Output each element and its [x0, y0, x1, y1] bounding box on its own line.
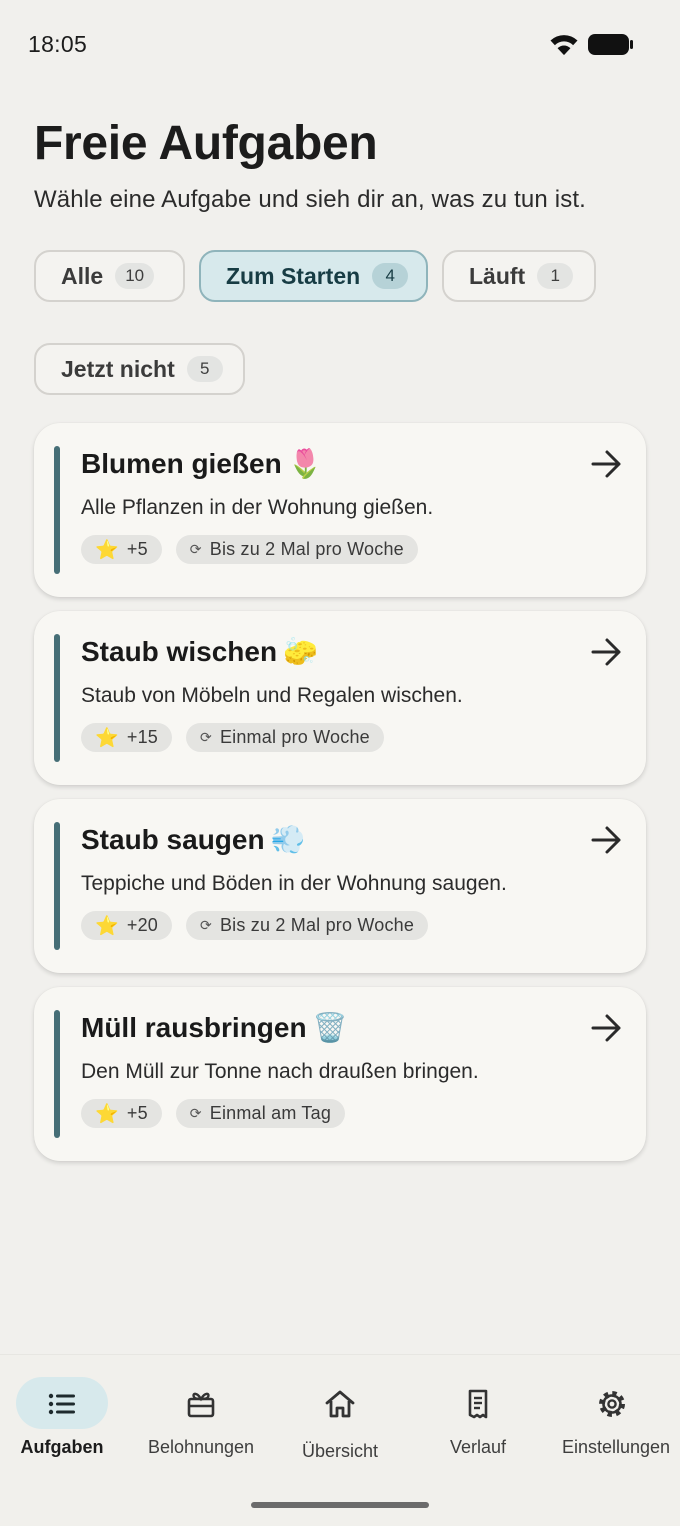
tulip-icon: 🌷 [287, 448, 323, 479]
task-card-blumen-giessen[interactable]: Blumen gießen 🌷 Alle Pflanzen in der Wohn… [34, 423, 646, 597]
task-description: Den Müll zur Tonne nach draußen bringen. [81, 1060, 479, 1083]
task-accent-bar [54, 822, 60, 950]
task-accent-bar [54, 446, 60, 574]
task-title-text: Blumen gießen [81, 448, 282, 479]
points-value: +5 [126, 1103, 148, 1123]
star-icon: ⭐ [95, 539, 119, 561]
points-badge: ⭐ +15 [81, 723, 172, 752]
points-value: +5 [126, 539, 148, 559]
nav-item-aufgaben[interactable]: Aufgaben [0, 1377, 136, 1457]
points-badge: ⭐ +20 [81, 911, 172, 940]
wastebasket-icon: 🗑️ [312, 1012, 348, 1043]
sponge-icon: 🧽 [283, 636, 318, 667]
gear-icon [599, 1391, 625, 1417]
filter-chip-count: 1 [537, 263, 574, 289]
gift-icon [187, 1392, 215, 1418]
arrow-right-icon[interactable] [590, 448, 624, 480]
filter-chip-label: Läuft [469, 262, 526, 289]
battery-icon [588, 34, 633, 55]
filter-chip-count: 10 [115, 263, 155, 289]
task-title: Müll rausbringen 🗑️ [81, 1011, 347, 1044]
frequency-text: Einmal am Tag [209, 1103, 332, 1123]
nav-label: Einstellungen [561, 1437, 671, 1457]
star-icon: ⭐ [95, 1103, 119, 1125]
task-accent-bar [54, 1010, 60, 1138]
filter-chip-label: Zum Starten [226, 262, 361, 289]
star-icon: ⭐ [95, 727, 119, 749]
filter-chip-jetzt-nicht[interactable]: Jetzt nicht 5 [34, 343, 245, 395]
frequency-badge: ⟳ Einmal am Tag [175, 1099, 346, 1128]
status-time: 18:05 [28, 31, 88, 57]
task-card-staub-wischen[interactable]: Staub wischen 🧽 Staub von Möbeln und Rega… [34, 611, 646, 785]
task-tags: ⭐ +20 ⟳ Bis zu 2 Mal pro Woche [81, 911, 429, 940]
nav-label: Belohnungen [147, 1437, 255, 1457]
nav-item-verlauf[interactable]: Verlauf [410, 1377, 546, 1457]
home-indicator[interactable] [251, 1502, 429, 1508]
nav-item-uebersicht[interactable]: Übersicht [272, 1377, 408, 1461]
filter-chip-label: Alle [61, 262, 104, 289]
repeat-icon: ⟳ [200, 917, 212, 933]
arrow-right-icon[interactable] [590, 824, 624, 856]
receipt-icon [468, 1389, 488, 1419]
points-badge: ⭐ +5 [81, 1099, 162, 1128]
repeat-icon: ⟳ [189, 1105, 202, 1121]
points-value: +20 [126, 915, 158, 935]
task-title: Staub wischen 🧽 [81, 635, 318, 668]
screen: 18:05 Freie Aufgaben Wähle eine Aufgabe … [0, 0, 680, 1526]
bottom-navigation: Aufgaben Belohnungen Übersicht Verlauf E… [0, 1354, 680, 1526]
repeat-icon: ⟳ [200, 729, 212, 745]
nav-item-einstellungen[interactable]: Einstellungen [544, 1377, 680, 1457]
task-accent-bar [54, 634, 60, 762]
points-value: +15 [126, 727, 158, 747]
arrow-right-icon[interactable] [590, 1012, 624, 1044]
task-description: Alle Pflanzen in der Wohnung gießen. [81, 496, 434, 519]
points-badge: ⭐ +5 [81, 535, 162, 564]
list-icon [48, 1393, 75, 1415]
filter-chip-count: 4 [372, 263, 409, 289]
page-subtitle: Wähle eine Aufgabe und sieh dir an, was … [34, 186, 586, 213]
page-title: Freie Aufgaben [34, 117, 378, 170]
repeat-icon: ⟳ [189, 541, 202, 557]
arrow-right-icon[interactable] [590, 636, 624, 668]
nav-label: Aufgaben [20, 1437, 104, 1457]
task-card-staub-saugen[interactable]: Staub saugen 💨 Teppiche und Böden in der … [34, 799, 646, 973]
dash-icon: 💨 [270, 824, 306, 855]
status-bar: 18:05 [0, 0, 680, 88]
task-title: Blumen gießen 🌷 [81, 447, 323, 480]
task-tags: ⭐ +5 ⟳ Einmal am Tag [81, 1099, 346, 1128]
task-tags: ⭐ +15 ⟳ Einmal pro Woche [81, 723, 384, 752]
home-icon [325, 1390, 355, 1418]
nav-label: Übersicht [301, 1441, 379, 1461]
star-icon: ⭐ [95, 915, 119, 937]
wifi-icon [550, 35, 578, 55]
task-card-muell-rausbringen[interactable]: Müll rausbringen 🗑️ Den Müll zur Tonne na… [34, 987, 646, 1161]
task-description: Teppiche und Böden in der Wohnung saugen… [81, 872, 507, 895]
frequency-text: Bis zu 2 Mal pro Woche [219, 915, 415, 935]
frequency-text: Einmal pro Woche [219, 727, 370, 747]
frequency-badge: ⟳ Einmal pro Woche [186, 723, 384, 752]
task-title-text: Staub wischen [81, 636, 278, 667]
task-title-text: Müll rausbringen [81, 1012, 307, 1043]
task-description: Staub von Möbeln und Regalen wischen. [81, 684, 463, 707]
filter-chip-label: Jetzt nicht [61, 355, 175, 382]
filter-chip-laeuft[interactable]: Läuft 1 [442, 250, 596, 302]
task-tags: ⭐ +5 ⟳ Bis zu 2 Mal pro Woche [81, 535, 418, 564]
nav-label: Verlauf [449, 1437, 507, 1457]
filter-chip-alle[interactable]: Alle 10 [34, 250, 185, 302]
frequency-text: Bis zu 2 Mal pro Woche [209, 539, 404, 559]
filter-chip-count: 5 [186, 356, 223, 382]
frequency-badge: ⟳ Bis zu 2 Mal pro Woche [175, 535, 418, 564]
task-title: Staub saugen 💨 [81, 823, 305, 856]
filter-chip-zum-starten[interactable]: Zum Starten 4 [199, 250, 428, 302]
nav-item-belohnungen[interactable]: Belohnungen [133, 1377, 269, 1457]
frequency-badge: ⟳ Bis zu 2 Mal pro Woche [186, 911, 429, 940]
task-title-text: Staub saugen [81, 824, 265, 855]
